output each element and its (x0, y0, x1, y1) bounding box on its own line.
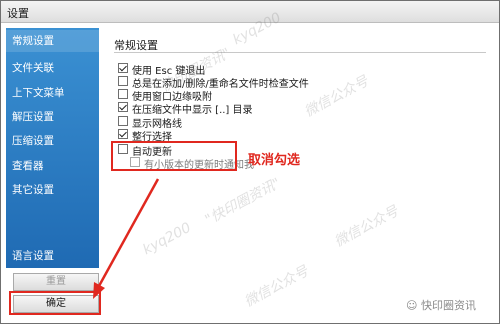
sidebar-item-context-menu[interactable]: 上下文菜单 (12, 85, 65, 100)
sidebar-item-viewer[interactable]: 查看器 (12, 158, 44, 173)
sidebar-item-general[interactable]: 常规设置 (6, 30, 99, 52)
settings-sidebar: 常规设置 文件关联 上下文菜单 解压设置 压缩设置 查看器 其它设置 语言设置 (6, 28, 99, 268)
checkbox[interactable] (118, 116, 128, 126)
checkbox[interactable] (118, 63, 128, 73)
watermark-logo: ☺ 快印圈资讯 (406, 299, 476, 312)
window-title: 设置 (7, 7, 29, 20)
sidebar-item-language[interactable]: 语言设置 (12, 248, 54, 263)
sidebar-item-file-association[interactable]: 文件关联 (12, 60, 54, 75)
checkbox[interactable] (118, 76, 128, 86)
sidebar-item-extract[interactable]: 解压设置 (12, 109, 54, 124)
title-bar: 设置 (1, 1, 499, 23)
reset-button[interactable]: 重置 (13, 273, 99, 291)
settings-window: 设置 常规设置 文件关联 上下文菜单 解压设置 压缩设置 查看器 其它设置 语言… (0, 0, 500, 324)
ok-highlight-box (9, 291, 101, 315)
checkbox[interactable] (118, 102, 128, 112)
checkbox[interactable] (118, 89, 128, 99)
section-title: 常规设置 (114, 39, 158, 52)
auto-update-highlight-box (111, 141, 237, 171)
section-divider (114, 52, 486, 53)
checkbox[interactable] (118, 129, 128, 139)
sidebar-item-other[interactable]: 其它设置 (12, 182, 54, 197)
annotation-text: 取消勾选 (248, 153, 301, 168)
sidebar-item-compress[interactable]: 压缩设置 (12, 133, 54, 148)
